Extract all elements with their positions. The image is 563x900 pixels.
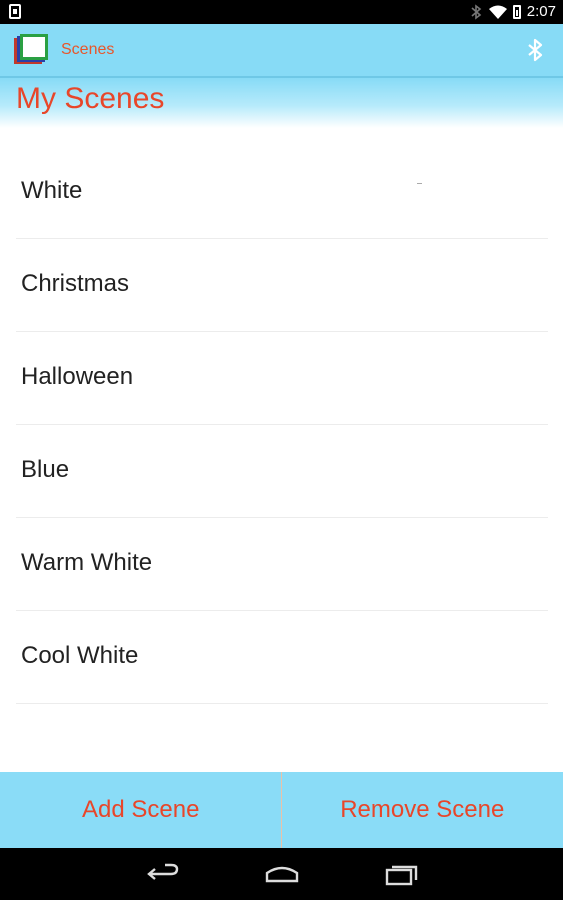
recent-apps-icon[interactable] — [383, 861, 419, 887]
scene-label: Warm White — [21, 549, 153, 576]
bottom-button-bar: Add Scene Remove Scene — [0, 772, 563, 848]
list-item[interactable]: White — [16, 146, 548, 239]
scene-list: White Christmas Halloween Blue Warm Whit… — [0, 146, 563, 704]
heading-band: My Scenes — [0, 78, 563, 128]
scene-label: Cool White — [21, 642, 139, 669]
list-item[interactable]: Blue — [16, 425, 548, 518]
add-scene-button[interactable]: Add Scene — [0, 772, 282, 848]
back-icon[interactable] — [145, 861, 181, 887]
clock: 2:07 — [526, 3, 556, 20]
list-item[interactable]: Cool White — [16, 611, 548, 704]
scene-label: Blue — [21, 456, 70, 483]
action-bar: Scenes — [0, 24, 563, 78]
remove-scene-button[interactable]: Remove Scene — [282, 772, 563, 848]
app-title: Scenes — [61, 41, 115, 58]
scene-label: White — [21, 177, 83, 204]
status-icons: 2:07 — [469, 0, 556, 24]
list-item[interactable]: Warm White — [16, 518, 548, 611]
scenes-app-icon[interactable] — [14, 34, 50, 66]
bluetooth-icon — [471, 4, 482, 20]
battery-icon — [512, 5, 521, 19]
bluetooth-icon[interactable] — [521, 36, 549, 64]
page-title: My Scenes — [16, 82, 165, 115]
scene-label: Christmas — [21, 270, 130, 297]
scene-label: Halloween — [21, 363, 134, 390]
navigation-bar — [0, 848, 563, 900]
list-item[interactable]: Christmas — [16, 239, 548, 332]
status-bar: 2:07 — [0, 0, 563, 24]
list-item[interactable]: Halloween — [16, 332, 548, 425]
home-icon[interactable] — [264, 861, 300, 887]
divider-mark — [417, 183, 422, 184]
phone-icon — [9, 4, 21, 19]
wifi-icon — [488, 5, 507, 19]
